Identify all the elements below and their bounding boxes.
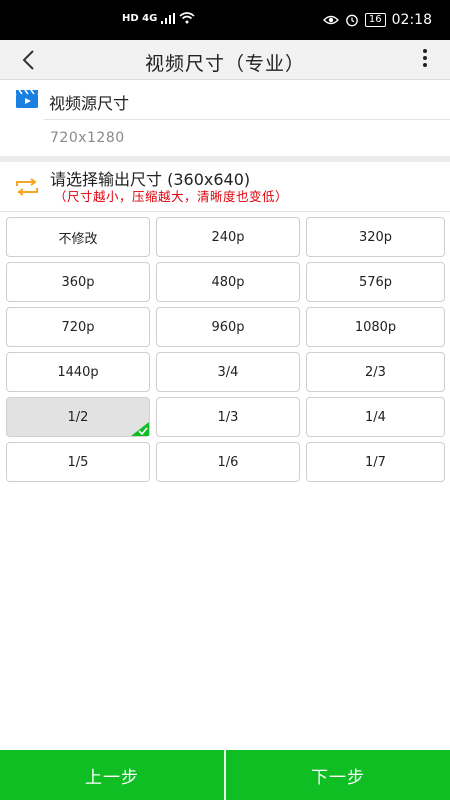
- signal-icon: [161, 12, 176, 24]
- size-option-label: 720p: [61, 319, 95, 335]
- size-option-button[interactable]: 1440p: [6, 352, 150, 392]
- swap-arrows-icon: [16, 178, 38, 196]
- size-option-button[interactable]: 2/3: [306, 352, 445, 392]
- size-option-button[interactable]: 960p: [156, 307, 300, 347]
- toolbar: 视频尺寸（专业）: [0, 40, 450, 80]
- size-option-label: 480p: [211, 274, 245, 290]
- size-option-button[interactable]: 3/4: [156, 352, 300, 392]
- size-option-label: 1/6: [217, 454, 239, 470]
- eye-icon: [322, 15, 339, 25]
- size-option-label: 3/4: [217, 364, 239, 380]
- size-option-button[interactable]: 1/5: [6, 442, 150, 482]
- size-option-label: 不修改: [58, 231, 98, 247]
- clock: 02:18: [391, 12, 432, 28]
- prev-step-button[interactable]: 上一步: [0, 750, 224, 800]
- size-option-label: 320p: [358, 229, 393, 245]
- size-option-button[interactable]: 不修改: [6, 217, 150, 257]
- size-option-button[interactable]: 576p: [306, 262, 445, 302]
- page-title: 视频尺寸（专业）: [144, 53, 305, 75]
- size-option-label: 2/3: [365, 364, 386, 380]
- battery-indicator: 16: [364, 13, 386, 27]
- alarm-icon: [346, 14, 358, 27]
- size-option-button[interactable]: 1/6: [156, 442, 300, 482]
- size-option-button[interactable]: 1/4: [306, 397, 445, 437]
- more-vertical-icon[interactable]: [420, 49, 430, 71]
- size-option-label: 1/2: [67, 409, 89, 425]
- size-option-label: 1/5: [67, 454, 89, 470]
- size-option-label: 1/4: [365, 409, 386, 425]
- size-option-button[interactable]: 1/3: [156, 397, 300, 437]
- size-option-label: 240p: [211, 229, 245, 245]
- source-size-label: 视频源尺寸: [49, 94, 130, 113]
- source-size-value: 720x1280: [50, 130, 125, 146]
- status-right: 16 02:18: [322, 12, 432, 28]
- status-left: HD 4G: [122, 12, 195, 24]
- output-size-note: （尺寸越小，压缩越大，清晰度也变低）: [54, 189, 289, 204]
- next-step-button[interactable]: 下一步: [226, 750, 450, 800]
- output-size-row: 请选择输出尺寸 (360x640) （尺寸越小，压缩越大，清晰度也变低）: [0, 162, 450, 212]
- size-option-label: 1080p: [354, 319, 397, 335]
- size-option-label: 960p: [211, 319, 245, 335]
- bottom-bar: 上一步 下一步: [0, 750, 450, 800]
- size-option-label: 1/3: [217, 409, 239, 425]
- size-option-label: 1/7: [365, 454, 386, 470]
- size-option-button[interactable]: 320p: [306, 217, 445, 257]
- size-options-grid: 不修改 240p 320p 360p 480p 576p 720p 960p 1080p 1440…: [6, 217, 445, 482]
- video-clapper-icon: [16, 89, 38, 108]
- size-option-button[interactable]: 240p: [156, 217, 300, 257]
- divider: [44, 119, 450, 120]
- checkmark-icon: [131, 422, 149, 436]
- size-option-button[interactable]: 720p: [6, 307, 150, 347]
- network-indicator: HD 4G: [122, 12, 158, 24]
- source-size-row: 视频源尺寸: [0, 80, 450, 120]
- status-bar: HD 4G 16 02:18: [0, 0, 450, 40]
- size-option-button[interactable]: 1080p: [306, 307, 445, 347]
- size-option-button[interactable]: 1/7: [306, 442, 445, 482]
- size-option-button[interactable]: 1/2: [6, 397, 150, 437]
- size-option-button[interactable]: 480p: [156, 262, 300, 302]
- size-option-button[interactable]: 360p: [6, 262, 150, 302]
- size-option-label: 576p: [358, 274, 393, 290]
- size-option-label: 360p: [61, 274, 95, 290]
- wifi-icon: [179, 12, 195, 24]
- size-option-label: 1440p: [57, 364, 99, 380]
